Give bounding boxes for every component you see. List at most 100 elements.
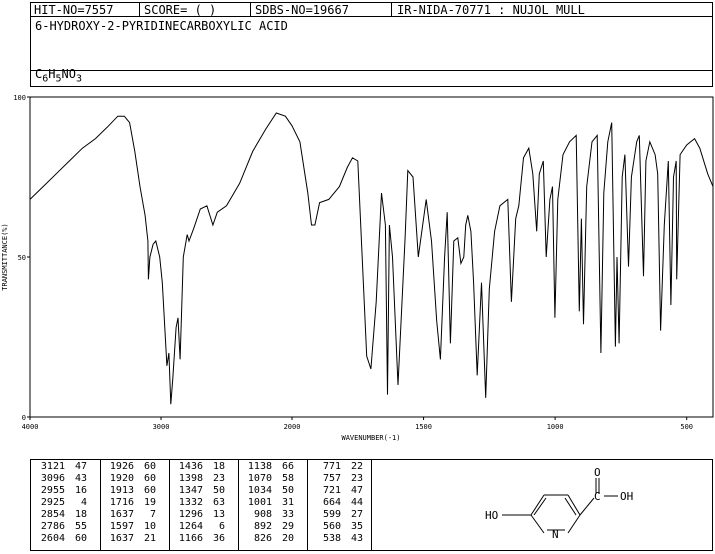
peak-row: 771 22 (307, 461, 373, 472)
bond (530, 514, 545, 534)
peak-table-column: 1926 60 1920 60 1913 60 1716 19 1637 7 1597 10 1637 2… (100, 460, 170, 550)
bond (567, 514, 581, 534)
carboxyl-carbon-label: C (594, 490, 601, 503)
peak-wavenumber: 771 (322, 461, 341, 472)
peak-wavenumber: 1001 (247, 497, 272, 508)
y-axis-ticks: 0 50 100 (13, 94, 30, 422)
x-axis-label: WAVENUMBER(-1) (341, 434, 400, 442)
peak-wavenumber: 1926 (109, 461, 134, 472)
peak-row: 721 47 (307, 485, 373, 496)
peak-wavenumber: 1264 (178, 521, 203, 532)
peak-row: 2786 55 (31, 521, 100, 532)
bond (579, 497, 595, 516)
peak-transmittance: 43 (350, 533, 363, 544)
plot-frame (29, 96, 714, 418)
peak-transmittance: 19 (143, 497, 156, 508)
peak-wavenumber: 826 (253, 533, 272, 544)
peak-transmittance: 55 (74, 521, 87, 532)
peak-transmittance: 22 (350, 461, 363, 472)
peak-row: 1637 21 (100, 533, 169, 544)
peak-row: 3121 47 (31, 461, 100, 472)
peak-row: 1398 23 (169, 473, 238, 484)
peak-row: 1296 13 (169, 509, 238, 520)
peak-row: 1347 50 (169, 485, 238, 496)
peak-row: 560 35 (307, 521, 373, 532)
x-tick-label: 1500 (415, 423, 432, 431)
peak-transmittance: 35 (350, 521, 363, 532)
x-axis-ticks: 4000 3000 2000 1500 1000 500 (22, 417, 693, 431)
peak-wavenumber: 2955 (40, 485, 65, 496)
y-tick-label: 50 (18, 254, 26, 262)
structure-panel: HO N O OH C (371, 459, 713, 551)
peak-transmittance: 20 (281, 533, 294, 544)
peak-row: 1436 18 (169, 461, 238, 472)
peak-wavenumber: 599 (322, 509, 341, 520)
peak-row: 1070 58 (238, 473, 307, 484)
peak-row: 1637 7 (100, 509, 169, 520)
peak-row: 1332 63 (169, 497, 238, 508)
peak-wavenumber: 560 (322, 521, 341, 532)
peak-wavenumber: 757 (322, 473, 341, 484)
peak-transmittance: 44 (350, 497, 363, 508)
peak-transmittance: 43 (74, 473, 87, 484)
peak-row: 2955 16 (31, 485, 100, 496)
peak-wavenumber: 1166 (178, 533, 203, 544)
peak-transmittance: 27 (350, 509, 363, 520)
peak-row: 892 29 (238, 521, 307, 532)
peak-row: 1138 66 (238, 461, 307, 472)
peak-wavenumber: 1637 (109, 533, 134, 544)
peak-row: 826 20 (238, 533, 307, 544)
x-tick-label: 2000 (284, 423, 301, 431)
peak-wavenumber: 3096 (40, 473, 65, 484)
peak-row: 1264 6 (169, 521, 238, 532)
peak-transmittance: 21 (143, 533, 156, 544)
peak-wavenumber: 1913 (109, 485, 134, 496)
y-axis-label: TRANSMITTANCE(%) (1, 223, 9, 290)
peak-transmittance: 60 (143, 473, 156, 484)
bond (530, 494, 545, 516)
peak-table-column: 1138 66 1070 58 1034 50 1001 31 908 33 892 29 826 20 (238, 460, 308, 550)
peak-row: 2925 4 (31, 497, 100, 508)
peak-table: 3121 47 3096 43 2955 16 2925 4 2854 18 2786 55 2604 6… (30, 459, 372, 551)
peak-wavenumber: 1138 (247, 461, 272, 472)
peak-wavenumber: 1034 (247, 485, 272, 496)
hydroxy-label: HO (485, 509, 498, 522)
peak-wavenumber: 1597 (109, 521, 134, 532)
peak-transmittance: 6 (218, 521, 225, 532)
peak-table-column: 771 22 757 23 721 47 664 44 599 27 560 35 538 43 (307, 460, 373, 550)
peak-transmittance: 23 (350, 473, 363, 484)
peak-transmittance: 4 (80, 497, 87, 508)
ir-spectrum-chart: 0 50 100 4000 3000 2000 1500 1000 500 WAVENUMBE… (1, 94, 714, 442)
peak-wavenumber: 2786 (40, 521, 65, 532)
peak-wavenumber: 2604 (40, 533, 65, 544)
peak-row: 538 43 (307, 533, 373, 544)
peak-wavenumber: 538 (322, 533, 341, 544)
peak-transmittance: 50 (281, 485, 294, 496)
peak-transmittance: 60 (143, 461, 156, 472)
peak-wavenumber: 664 (322, 497, 341, 508)
peak-row: 908 33 (238, 509, 307, 520)
x-tick-label: 3000 (153, 423, 170, 431)
x-tick-label: 4000 (22, 423, 39, 431)
peak-row: 3096 43 (31, 473, 100, 484)
peak-wavenumber: 721 (322, 485, 341, 496)
peak-transmittance: 10 (143, 521, 156, 532)
peak-wavenumber: 908 (253, 509, 272, 520)
peak-wavenumber: 892 (253, 521, 272, 532)
peak-wavenumber: 1920 (109, 473, 134, 484)
peak-wavenumber: 1637 (109, 509, 134, 520)
x-tick-label: 500 (680, 423, 693, 431)
peak-row: 1001 31 (238, 497, 307, 508)
peak-transmittance: 60 (143, 485, 156, 496)
peak-table-column: 3121 47 3096 43 2955 16 2925 4 2854 18 2786 55 2604 6… (31, 460, 101, 550)
peak-transmittance: 13 (212, 509, 225, 520)
peak-transmittance: 47 (350, 485, 363, 496)
peak-row: 757 23 (307, 473, 373, 484)
peak-transmittance: 33 (281, 509, 294, 520)
peak-wavenumber: 2925 (40, 497, 65, 508)
spectrum-line (29, 112, 714, 405)
nitrogen-label: N (552, 528, 559, 541)
y-tick-label: 100 (13, 94, 26, 102)
peak-wavenumber: 1436 (178, 461, 203, 472)
peak-transmittance: 58 (281, 473, 294, 484)
